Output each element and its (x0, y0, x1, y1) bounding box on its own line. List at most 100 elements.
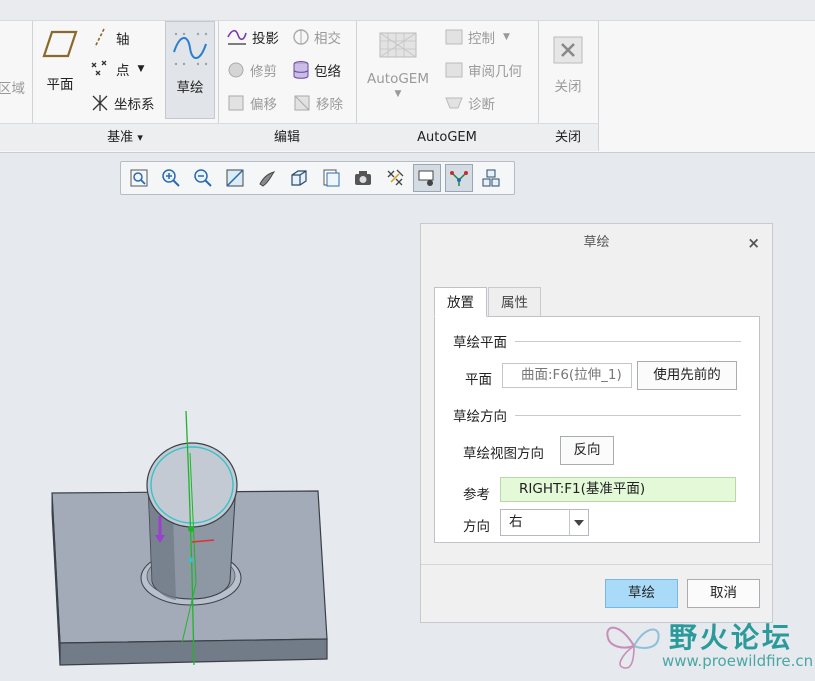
spin-center-icon[interactable] (413, 164, 441, 192)
ribbon-group-close: 关闭 关闭 (538, 21, 599, 151)
refit-icon[interactable] (125, 164, 153, 192)
intersect-label: 相交 (314, 31, 341, 47)
datum-group-label: 基准 (107, 130, 134, 145)
orientation-section: 草绘方向 (453, 405, 741, 425)
trim-label: 修剪 (250, 64, 277, 80)
saved-orientations-icon[interactable] (285, 164, 313, 192)
datum-axis-icon (94, 28, 105, 48)
named-views-icon[interactable] (317, 164, 345, 192)
csys-label: 坐标系 (114, 97, 155, 113)
view-direction-label: 草绘视图方向 (463, 446, 544, 462)
direction-label: 方向 (463, 519, 490, 535)
center-point (188, 557, 194, 563)
region-button[interactable]: 区域 (0, 77, 25, 97)
wrap-label: 包络 (314, 64, 341, 80)
group-label-autogem: AutoGEM (356, 123, 538, 151)
plane-collector[interactable]: 曲面:F6(拉伸_1) (502, 363, 632, 388)
plane-display-icon[interactable] (477, 164, 505, 192)
trim-button[interactable]: 修剪 (226, 60, 277, 80)
close-icon (553, 36, 583, 64)
remove-label: 移除 (316, 97, 343, 113)
sketch-icon (173, 32, 208, 66)
autogem-button[interactable]: AutoGEM ▼ (362, 29, 434, 99)
axis-button[interactable]: 轴 (90, 27, 130, 49)
plane-label: 平面 (465, 372, 492, 388)
intersect-button[interactable]: 相交 (292, 27, 341, 47)
origin-point (188, 526, 194, 532)
zoom-out-icon[interactable] (189, 164, 217, 192)
sketch-label: 草绘 (176, 80, 204, 96)
project-icon (227, 29, 247, 45)
close-label: 关闭 (554, 79, 582, 95)
sketch-dialog: 草绘 × 放置 属性 草绘平面 平面 曲面:F6(拉伸_1) 使用先前的 草绘方… (420, 223, 773, 623)
watermark-url: www.proewildfire.cn (662, 652, 814, 670)
datum-point-icon (91, 60, 107, 76)
control-icon (445, 29, 463, 45)
datum-group-dropdown-icon: ▾ (137, 131, 143, 144)
autogem-group-label: AutoGEM (417, 130, 477, 145)
zoom-in-icon[interactable] (157, 164, 185, 192)
section-divider (515, 340, 741, 342)
ribbon-tab-strip (0, 0, 815, 21)
butterfly-logo-icon (606, 626, 660, 669)
watermark-title: 野火论坛 (669, 621, 794, 654)
ribbon: 区域 平面 轴 点 ▼ 坐标系 草绘 基准 ▾ 投影 相交 修剪 包络 偏移 移… (0, 0, 815, 153)
plane-button[interactable]: 平面 (38, 29, 82, 93)
project-button[interactable]: 投影 (226, 27, 279, 47)
close-group-label: 关闭 (554, 130, 581, 145)
plane-label: 平面 (46, 77, 74, 93)
group-label-partial (0, 123, 32, 151)
direction-value: 右 (509, 514, 523, 530)
remove-button[interactable]: 移除 (292, 93, 343, 113)
review-geometry-label: 审阅几何 (468, 64, 522, 80)
repaint-icon[interactable] (221, 164, 249, 192)
review-geometry-icon (445, 62, 463, 78)
axis-label: 轴 (116, 32, 130, 48)
sketch-button[interactable]: 草绘 (165, 21, 215, 119)
control-dropdown-icon[interactable]: ▼ (503, 32, 510, 42)
autogem-dropdown-icon: ▼ (394, 89, 402, 99)
region-label: 区域 (0, 81, 25, 97)
view-toolbar (120, 161, 515, 195)
ribbon-group-autogem: AutoGEM ▼ 控制 ▼ 审阅几何 诊断 AutoGEM (356, 21, 539, 151)
autogem-label: AutoGEM (367, 71, 429, 87)
annotation-display-icon[interactable] (445, 164, 473, 192)
control-button[interactable]: 控制 ▼ (444, 27, 510, 47)
model-cylinder-top-face (146, 442, 238, 528)
close-button[interactable]: 关闭 (546, 35, 590, 95)
model-3d-view[interactable] (0, 153, 420, 681)
sketch-confirm-button[interactable]: 草绘 (605, 579, 678, 608)
diagnose-icon (445, 97, 463, 109)
offset-button[interactable]: 偏移 (226, 93, 277, 113)
reference-collector[interactable]: RIGHT:F1(基准平面) (500, 477, 736, 502)
cancel-button[interactable]: 取消 (687, 579, 760, 608)
csys-button[interactable]: 坐标系 (90, 93, 155, 113)
point-dropdown-icon[interactable]: ▼ (138, 64, 145, 74)
wrap-button[interactable]: 包络 (292, 60, 341, 80)
group-label-edit: 编辑 (218, 123, 356, 151)
view-manager-icon[interactable] (349, 164, 377, 192)
flip-button[interactable]: 反向 (560, 436, 614, 465)
project-label: 投影 (252, 31, 279, 47)
chevron-down-icon[interactable] (569, 510, 588, 535)
diagnose-button[interactable]: 诊断 (444, 93, 495, 113)
point-label: 点 (116, 63, 130, 79)
placement-panel: 草绘平面 平面 曲面:F6(拉伸_1) 使用先前的 草绘方向 草绘视图方向 反向… (434, 316, 760, 543)
control-label: 控制 (468, 31, 495, 47)
forum-watermark: 野火论坛 www.proewildfire.cn (596, 612, 815, 681)
point-button[interactable]: 点 ▼ (90, 59, 144, 79)
dialog-close-icon[interactable]: × (747, 234, 760, 252)
remove-icon (294, 95, 310, 111)
display-style-icon[interactable] (253, 164, 281, 192)
direction-select[interactable]: 右 (500, 509, 589, 536)
tab-placement[interactable]: 放置 (434, 287, 487, 317)
group-label-close: 关闭 (538, 123, 598, 151)
datum-plane-icon (42, 30, 78, 58)
group-label-datum[interactable]: 基准 ▾ (32, 123, 218, 151)
tab-properties[interactable]: 属性 (488, 287, 541, 317)
intersect-icon (293, 29, 309, 45)
review-geometry-button[interactable]: 审阅几何 (444, 60, 522, 80)
autogem-mesh-icon (379, 32, 417, 58)
datum-display-icon[interactable] (381, 164, 409, 192)
use-previous-button[interactable]: 使用先前的 (637, 361, 737, 390)
